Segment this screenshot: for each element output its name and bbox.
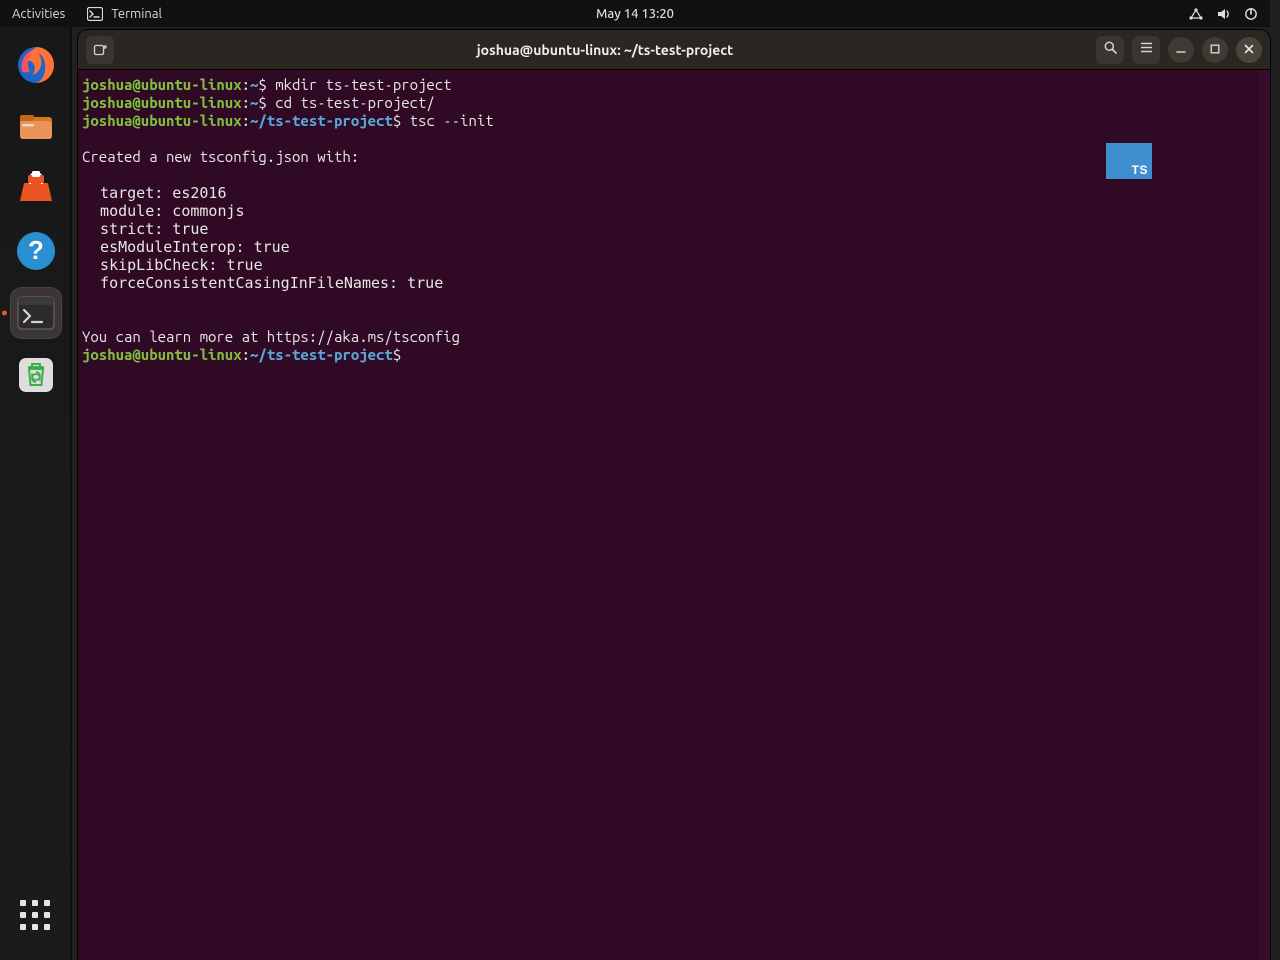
terminal-output: Created a new tsconfig.json with: (78, 148, 1270, 166)
command-text: cd ts-test-project/ (275, 94, 435, 111)
top-bar: Activities Terminal May 14 13:20 (0, 0, 1270, 27)
window-titlebar[interactable]: joshua@ubuntu-linux: ~/ts-test-project (78, 30, 1270, 70)
terminal-body[interactable]: joshua@ubuntu-linux:~$ mkdir ts-test-pro… (78, 70, 1270, 960)
dock-item-help[interactable]: ? (10, 225, 62, 277)
svg-text:?: ? (28, 235, 44, 265)
terminal-output: You can learn more at https://aka.ms/tsc… (78, 328, 1270, 346)
terminal-output: strict: true (78, 220, 1270, 238)
prompt-user: joshua@ubuntu-linux (82, 94, 242, 111)
minimize-button[interactable] (1168, 37, 1194, 63)
terminal-output: skipLibCheck: true (78, 256, 1270, 274)
dock-item-files[interactable] (10, 101, 62, 153)
minimize-icon (1175, 41, 1187, 59)
activities-button[interactable]: Activities (12, 7, 65, 21)
maximize-button[interactable] (1202, 37, 1228, 63)
window-title: joshua@ubuntu-linux: ~/ts-test-project (122, 42, 1088, 58)
active-app-label: Terminal (111, 7, 162, 21)
network-icon (1188, 7, 1204, 21)
hamburger-menu-button[interactable] (1132, 36, 1160, 64)
power-icon (1244, 7, 1258, 21)
maximize-icon (1209, 41, 1221, 59)
command-text: tsc --init (410, 112, 494, 129)
search-button[interactable] (1096, 36, 1124, 64)
command-text: mkdir ts-test-project (275, 76, 451, 93)
prompt-user: joshua@ubuntu-linux (82, 112, 242, 129)
show-applications-button[interactable] (10, 890, 62, 942)
running-indicator-icon (2, 311, 7, 316)
terminal-output (78, 166, 1270, 184)
terminal-window: joshua@ubuntu-linux: ~/ts-test-project (78, 30, 1270, 960)
status-area[interactable] (1188, 7, 1270, 21)
terminal-output (78, 310, 1270, 328)
prompt-user: joshua@ubuntu-linux (82, 346, 242, 363)
cursor (410, 346, 418, 363)
dock-item-software[interactable] (10, 163, 62, 215)
terminal-output (78, 292, 1270, 310)
terminal-output: forceConsistentCasingInFileNames: true (78, 274, 1270, 292)
new-tab-button[interactable] (86, 36, 114, 64)
apps-grid-icon (20, 900, 52, 932)
hamburger-icon (1139, 40, 1154, 59)
dock-item-trash[interactable] (10, 349, 62, 401)
dock-item-terminal[interactable] (10, 287, 62, 339)
prompt-path: ~/ts-test-project (250, 112, 393, 129)
close-icon (1243, 41, 1255, 59)
terminal-output (78, 130, 1270, 148)
prompt-user: joshua@ubuntu-linux (82, 76, 242, 93)
volume-icon (1216, 7, 1232, 21)
terminal-output: esModuleInterop: true (78, 238, 1270, 256)
terminal-scrollbar[interactable] (1258, 70, 1270, 960)
search-icon (1103, 40, 1118, 59)
desktop: Activities Terminal May 14 13:20 (0, 0, 1280, 960)
terminal-output: target: es2016 (78, 184, 1270, 202)
typescript-badge: TS (1106, 143, 1152, 179)
dock-item-firefox[interactable] (10, 39, 62, 91)
prompt-path: ~/ts-test-project (250, 346, 393, 363)
dock: ? (0, 27, 72, 960)
close-button[interactable] (1236, 37, 1262, 63)
clock[interactable]: May 14 13:20 (596, 7, 674, 21)
terminal-output: module: commonjs (78, 202, 1270, 220)
active-app-indicator[interactable]: Terminal (87, 7, 162, 21)
terminal-icon (87, 7, 103, 21)
